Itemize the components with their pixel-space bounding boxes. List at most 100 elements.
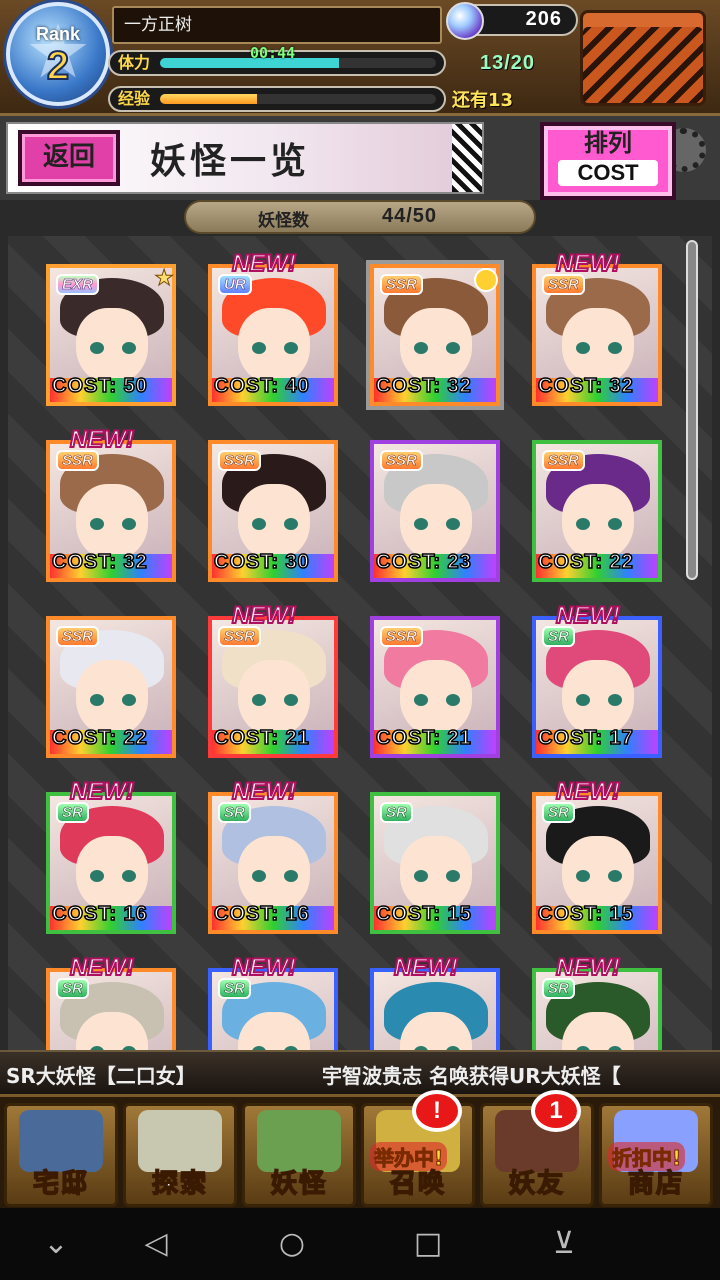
nav-label: 探索 xyxy=(151,1168,208,1200)
nav-label: 妖怪 xyxy=(270,1168,327,1200)
back-button[interactable]: 返回 xyxy=(18,130,120,186)
cost-bar: COST: 17 xyxy=(536,726,658,754)
rarity-badge: SSR xyxy=(542,450,585,471)
back-nav-icon[interactable]: ◁ xyxy=(136,1226,176,1262)
monster-card[interactable]: NEW! xyxy=(370,953,504,1050)
recent-apps-icon[interactable]: □ xyxy=(408,1226,448,1262)
gem-value: 206 xyxy=(525,8,562,30)
nav-item-5[interactable]: 折扣中! 商店 xyxy=(599,1103,713,1207)
new-badge: NEW! xyxy=(69,777,135,806)
cost-bar: COST: 32 xyxy=(536,374,658,402)
monster-card[interactable]: UR COST: 40 NEW! xyxy=(208,249,342,408)
sort-label: 排列 xyxy=(584,129,632,157)
nav-label: 商店 xyxy=(627,1168,684,1200)
treasure-chest-icon[interactable] xyxy=(580,10,706,106)
new-badge: NEW! xyxy=(69,953,135,982)
exp-remaining: 还有13 xyxy=(452,90,514,111)
nav-item-2[interactable]: 妖怪 xyxy=(242,1103,356,1207)
page-title: 妖怪一览 xyxy=(150,140,311,182)
exp-label: 经验 xyxy=(118,89,151,108)
monster-count-label: 妖怪数 xyxy=(258,211,309,231)
news-ticker: SR大妖怪【二口女】 宇智波贵志 名唤获得UR大妖怪【 xyxy=(0,1050,720,1094)
monster-card[interactable]: SR COST: 15 NEW! xyxy=(532,777,666,936)
cost-bar: COST: 15 xyxy=(374,902,496,930)
cost-label: COST: 16 xyxy=(51,902,148,926)
cost-bar: COST: 22 xyxy=(536,550,658,578)
rarity-badge: SSR xyxy=(380,274,423,295)
cost-bar: COST: 32 xyxy=(374,374,496,402)
monster-grid[interactable]: EXR COST: 50 ★ UR COST: 40 NEW! SSR COST: 32 SSR… xyxy=(8,236,712,1050)
monster-card[interactable]: SSR COST: 30 xyxy=(208,434,342,584)
cost-label: COST: 16 xyxy=(213,902,310,926)
nav-label: 宅邸 xyxy=(32,1168,89,1200)
new-badge: NEW! xyxy=(393,953,459,982)
new-badge: NEW! xyxy=(231,777,297,806)
rarity-badge: SR xyxy=(380,802,413,823)
exp-fill xyxy=(160,94,257,104)
cost-bar: COST: 15 xyxy=(536,902,658,930)
monster-count-bar: 妖怪数 44/50 xyxy=(184,200,536,234)
android-nav-bar: ⌄ ◁ ○ □ ⊻ xyxy=(0,1208,720,1280)
cost-label: COST: 15 xyxy=(537,902,634,926)
cost-label: COST: 23 xyxy=(375,550,472,574)
monster-card[interactable]: SR COST: 17 NEW! xyxy=(532,601,666,760)
cost-label: COST: 22 xyxy=(51,726,148,750)
cost-label: COST: 30 xyxy=(213,550,310,574)
stamina-label: 体力 xyxy=(118,53,151,72)
home-icon[interactable]: ○ xyxy=(272,1226,312,1262)
monster-card[interactable]: EXR COST: 50 ★ xyxy=(46,258,180,408)
gem-icon xyxy=(446,2,484,40)
cost-bar: COST: 40 xyxy=(212,374,334,402)
cost-label: COST: 32 xyxy=(537,374,634,398)
status-header: ★ Rank 2 一方正树 体力 00:44 13/20 经验 还有13 206 xyxy=(0,0,720,116)
monster-card[interactable]: SSR COST: 21 xyxy=(370,610,504,760)
notification-badge: ! xyxy=(412,1090,462,1132)
gem-counter[interactable]: 206 xyxy=(446,2,578,40)
favorite-star-icon: ★ xyxy=(154,266,175,292)
cost-label: COST: 17 xyxy=(537,726,634,750)
nav-item-1[interactable]: 探索 xyxy=(123,1103,237,1207)
new-badge: NEW! xyxy=(555,777,621,806)
monster-card[interactable]: SSR COST: 32 NEW! xyxy=(532,249,666,408)
monster-card[interactable]: SSR COST: 32 NEW! xyxy=(46,425,180,584)
rank-badge[interactable]: ★ Rank 2 xyxy=(6,2,110,106)
cost-label: COST: 32 xyxy=(375,374,472,398)
new-badge: NEW! xyxy=(555,249,621,278)
cost-label: COST: 15 xyxy=(375,902,472,926)
rarity-badge: SSR xyxy=(380,626,423,647)
monster-card[interactable]: SR COST: 16 NEW! xyxy=(208,777,342,936)
exp-bar: 经验 xyxy=(108,86,446,112)
monster-card[interactable]: SR COST: 15 xyxy=(370,786,504,936)
sort-button[interactable]: 排列 COST xyxy=(540,122,676,200)
monster-card[interactable]: SSR COST: 21 NEW! xyxy=(208,601,342,760)
collapse-icon[interactable]: ⌄ xyxy=(36,1226,76,1262)
rarity-badge: SSR xyxy=(56,626,99,647)
monster-card[interactable]: SR NEW! xyxy=(532,953,666,1050)
nav-item-0[interactable]: 宅邸 xyxy=(4,1103,118,1207)
ticker-text-left: SR大妖怪【二口女】 xyxy=(6,1064,196,1088)
nav-item-4[interactable]: 妖友 1 xyxy=(480,1090,594,1207)
player-name: 一方正树 xyxy=(112,6,442,44)
rarity-badge: SSR xyxy=(218,450,261,471)
sort-mode: COST xyxy=(558,160,658,186)
new-badge: NEW! xyxy=(69,425,135,454)
nav-label: 妖友 xyxy=(508,1168,565,1200)
cost-label: COST: 21 xyxy=(375,726,472,750)
nav-label: 召唤 xyxy=(389,1168,446,1200)
leader-crown-icon xyxy=(474,268,498,292)
monster-card[interactable]: SSR COST: 32 xyxy=(370,258,504,408)
monster-count-value: 44/50 xyxy=(382,205,438,227)
rarity-badge: SSR xyxy=(380,450,423,471)
cost-label: COST: 50 xyxy=(51,374,148,398)
nav-item-3[interactable]: 举办中! 召唤! xyxy=(361,1090,475,1207)
cost-bar: COST: 22 xyxy=(50,726,172,754)
scrollbar[interactable] xyxy=(686,240,698,580)
monster-card[interactable]: SR NEW! xyxy=(208,953,342,1050)
monster-card[interactable]: SSR COST: 22 xyxy=(46,610,180,760)
notification-pull-icon[interactable]: ⊻ xyxy=(544,1226,584,1262)
monster-card[interactable]: SSR COST: 23 xyxy=(370,434,504,584)
monster-card[interactable]: SR COST: 16 NEW! xyxy=(46,777,180,936)
monster-card[interactable]: SR NEW! xyxy=(46,953,180,1050)
monster-card[interactable]: SSR COST: 22 xyxy=(532,434,666,584)
monster-portrait xyxy=(374,972,496,1050)
